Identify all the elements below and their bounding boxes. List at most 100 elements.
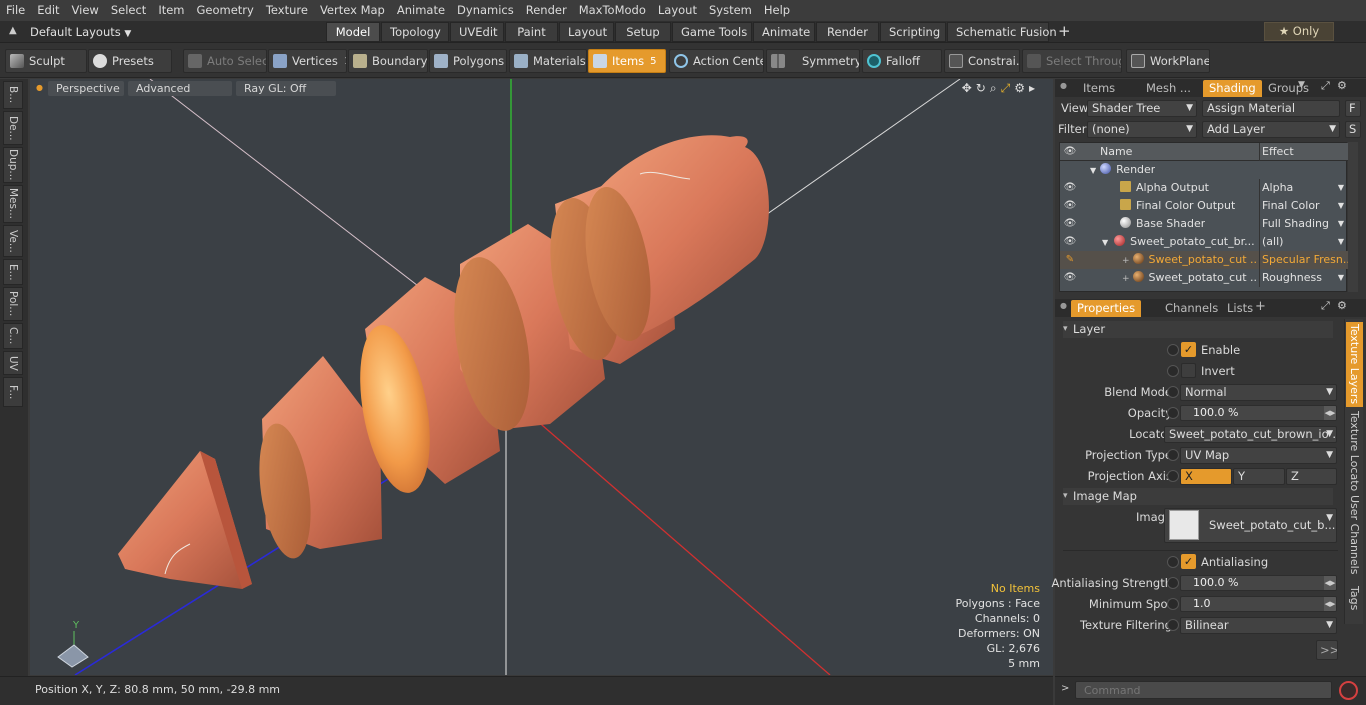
tab-paint[interactable]: Paint [505, 22, 558, 42]
view-settings-gear-icon[interactable]: ⚙ [1014, 81, 1025, 96]
falloff-button[interactable]: Falloff [862, 49, 942, 73]
side-tab-user-channels[interactable]: User Channels [1346, 495, 1363, 575]
tab-game-tools[interactable]: Game Tools [672, 22, 752, 42]
tab-render[interactable]: Render [816, 22, 879, 42]
image-dropdown[interactable]: Sweet_potato_cut_b... ▼ [1164, 508, 1337, 543]
add-layer-dropdown[interactable]: Add Layer ▼ [1202, 121, 1340, 138]
eye-icon[interactable]: 👁 [1063, 181, 1077, 195]
texture-filtering-dropdown[interactable]: Bilinear ▼ [1180, 617, 1337, 634]
effect-cell[interactable]: Specular Fresn... [1259, 251, 1348, 269]
eye-icon[interactable]: 👁 [1063, 235, 1077, 249]
tab-topology[interactable]: Topology [381, 22, 449, 42]
layer-section-header[interactable]: Layer [1063, 321, 1333, 338]
viewport-expand-arrow-icon[interactable]: ▸ [1029, 81, 1035, 96]
menu-item[interactable]: Item [152, 0, 190, 21]
left-tab-de[interactable]: De... [3, 111, 23, 145]
symmetry-button[interactable]: Symmetry [766, 49, 860, 73]
menu-geometry[interactable]: Geometry [191, 0, 260, 21]
panel-menu-dot-icon[interactable]: ● [1060, 81, 1067, 90]
tree-row-render[interactable]: ▼ Render [1060, 161, 1348, 179]
command-expand-arrow-icon[interactable]: > [1061, 683, 1069, 694]
tab-mesh[interactable]: Mesh ... [1140, 80, 1197, 97]
effect-cell[interactable]: Final Color ▼ [1259, 197, 1348, 215]
effect-cell[interactable]: Roughness ▼ [1259, 269, 1348, 287]
left-tab-dup[interactable]: Dup... [3, 147, 23, 183]
assign-material-button[interactable]: Assign Material [1202, 100, 1340, 117]
minimum-spot-field[interactable]: 1.0 ◀▶ [1180, 596, 1337, 612]
tab-scripting[interactable]: Scripting [880, 22, 946, 42]
f-button[interactable]: F [1345, 100, 1361, 117]
axis-y-button[interactable]: Y [1233, 468, 1285, 485]
blend-mode-dropdown[interactable]: Normal ▼ [1180, 384, 1337, 401]
antialiasing-channel-dot[interactable] [1167, 556, 1179, 568]
layout-selector[interactable]: Default Layouts ▼ [30, 24, 131, 42]
axis-x-button[interactable]: X [1180, 468, 1232, 485]
left-tab-uv[interactable]: UV [3, 351, 23, 375]
tree-row-texture-roughness[interactable]: 👁 + Sweet_potato_cut ... Roughness ▼ [1060, 269, 1348, 287]
axis-z-button[interactable]: Z [1286, 468, 1337, 485]
eye-icon[interactable]: 👁 [1063, 271, 1077, 285]
tab-properties[interactable]: Properties [1071, 300, 1142, 317]
panel-gear-icon[interactable]: ⚙ [1337, 299, 1347, 312]
presets-button[interactable]: Presets [88, 49, 172, 73]
invert-channel-dot[interactable] [1167, 365, 1179, 377]
tab-model[interactable]: Model [326, 22, 380, 42]
filter-dropdown[interactable]: (none) ▼ [1087, 121, 1197, 138]
tab-shading[interactable]: Shading [1203, 80, 1262, 97]
command-input[interactable] [1075, 681, 1332, 699]
advanced-button[interactable]: Advanced [128, 81, 232, 96]
items-button[interactable]: Items 5 [588, 49, 666, 73]
slider-arrows-icon[interactable]: ◀▶ [1324, 576, 1336, 590]
record-icon[interactable] [1339, 681, 1358, 700]
tab-uvedit[interactable]: UVEdit [450, 22, 504, 42]
polygons-button[interactable]: Polygons [429, 49, 507, 73]
tab-schematic-fusion[interactable]: Schematic Fusion [947, 22, 1057, 42]
3d-viewport[interactable]: Perspective Advanced Ray GL: Off ● Y ✥ ↻… [30, 79, 1053, 675]
image-map-section-header[interactable]: Image Map [1063, 488, 1333, 505]
tree-row-final-color-output[interactable]: 👁 Final Color Output Final Color ▼ [1060, 197, 1348, 215]
menu-vertex-map[interactable]: Vertex Map [314, 0, 391, 21]
select-through-button[interactable]: Select Through [1022, 49, 1122, 73]
menu-select[interactable]: Select [105, 0, 152, 21]
slider-arrows-icon[interactable]: ◀▶ [1324, 406, 1336, 420]
tab-groups[interactable]: Groups [1262, 80, 1315, 97]
minimum-spot-channel-dot[interactable] [1167, 598, 1179, 610]
raygl-button[interactable]: Ray GL: Off [236, 81, 336, 96]
auto-select-button[interactable]: Auto Select [183, 49, 267, 73]
view-dropdown[interactable]: Shader Tree ▼ [1087, 100, 1197, 117]
tab-items[interactable]: Items [1077, 80, 1121, 97]
workplane-button[interactable]: WorkPlane [1126, 49, 1210, 73]
invert-checkbox[interactable]: ✓ [1181, 363, 1196, 378]
left-tab-f[interactable]: F... [3, 377, 23, 407]
rotate-view-icon[interactable]: ↻ [976, 81, 986, 96]
aa-strength-field[interactable]: 100.0 % ◀▶ [1180, 575, 1337, 591]
left-tab-b[interactable]: B... [3, 81, 23, 109]
slider-arrows-icon[interactable]: ◀▶ [1324, 597, 1336, 611]
side-tab-texture-locator[interactable]: Texture Locator [1346, 411, 1363, 491]
menu-maxtomodo[interactable]: MaxToModo [573, 0, 652, 21]
menu-edit[interactable]: Edit [31, 0, 65, 21]
effect-cell[interactable]: Alpha ▼ [1259, 179, 1348, 197]
opacity-field[interactable]: 100.0 % ◀▶ [1180, 405, 1337, 421]
menu-view[interactable]: View [66, 0, 105, 21]
menu-dynamics[interactable]: Dynamics [451, 0, 520, 21]
panel-popout-icon[interactable]: ⤢ [1321, 79, 1330, 93]
menu-file[interactable]: File [0, 0, 31, 21]
boundary-button[interactable]: Boundary [348, 49, 428, 73]
tab-channels[interactable]: Channels [1159, 300, 1224, 317]
enable-checkbox[interactable]: ✓ [1181, 342, 1196, 357]
tab-animate[interactable]: Animate [753, 22, 815, 42]
tab-lists[interactable]: Lists [1221, 300, 1259, 317]
locator-dropdown[interactable]: Sweet_potato_cut_brown_io ... ▼ [1164, 426, 1337, 443]
side-tab-texture-layers[interactable]: Texture Layers [1346, 322, 1363, 407]
opacity-channel-dot[interactable] [1167, 407, 1179, 419]
menu-help[interactable]: Help [758, 0, 796, 21]
vertices-button[interactable]: Vertices 1 [268, 49, 347, 73]
panel-gear-icon[interactable]: ⚙ [1337, 79, 1347, 92]
aa-strength-channel-dot[interactable] [1167, 577, 1179, 589]
perspective-button[interactable]: Perspective [48, 81, 124, 96]
panel-menu-dot-icon[interactable]: ● [1060, 301, 1067, 310]
side-tab-tags[interactable]: Tags [1346, 581, 1363, 615]
more-button[interactable]: >> [1316, 640, 1338, 660]
menu-layout[interactable]: Layout [652, 0, 703, 21]
